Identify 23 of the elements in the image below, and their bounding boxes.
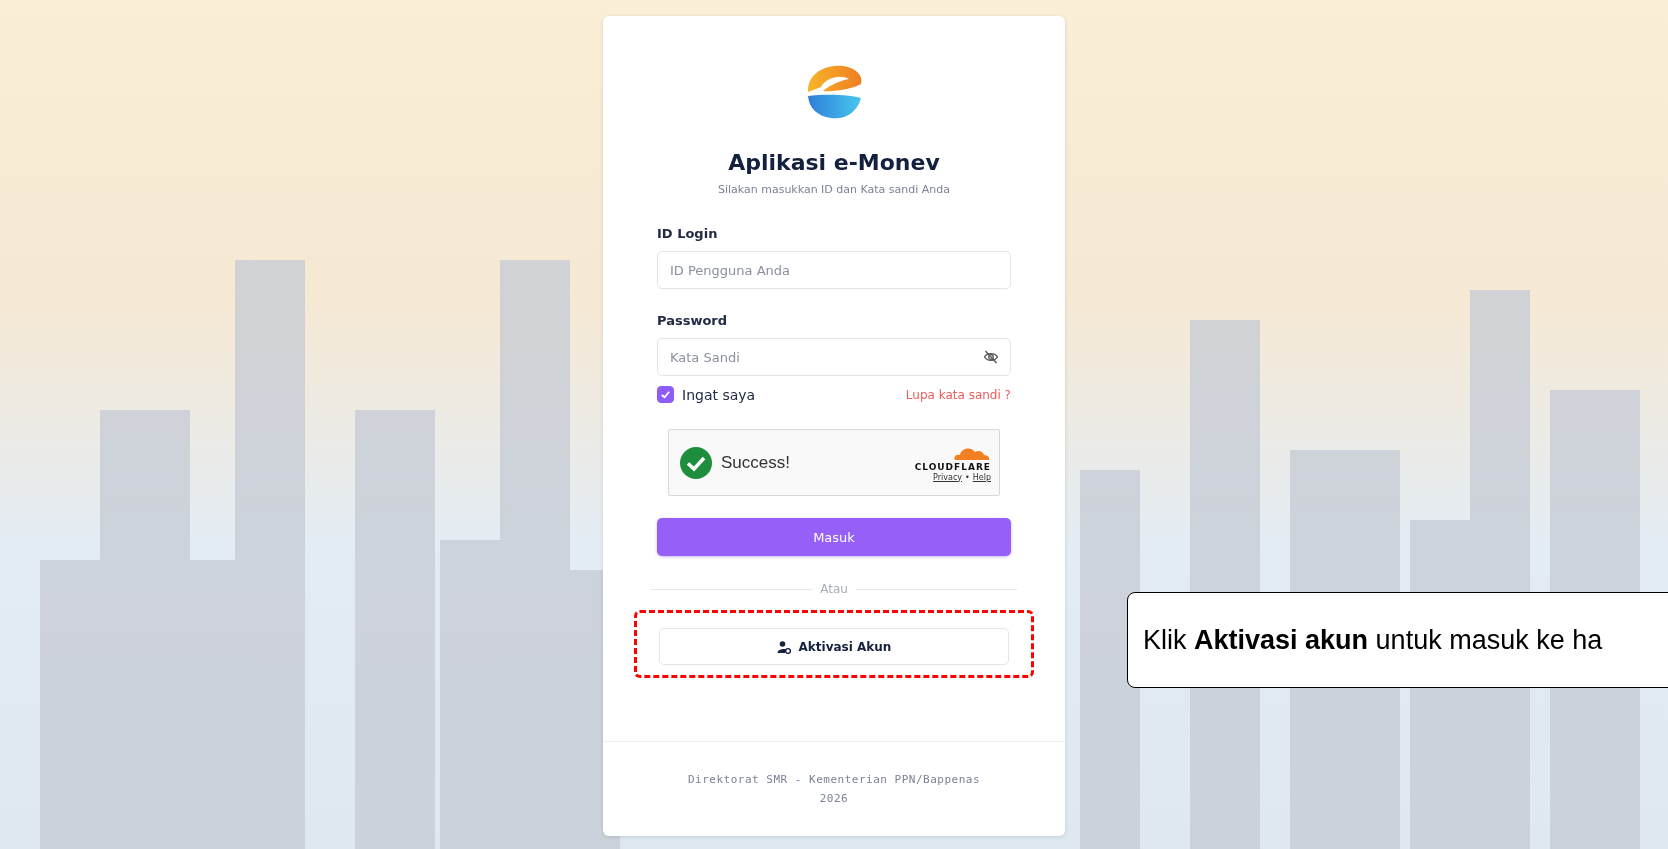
captcha-link[interactable]: Help bbox=[972, 472, 991, 482]
app-title: Aplikasi e-Monev bbox=[727, 150, 941, 175]
instruction-text: Klik Aktivasi akun untuk masuk ke ha bbox=[1143, 624, 1603, 656]
password-field[interactable]: Kata Sandi bbox=[657, 338, 1011, 376]
footer-text: Direktorat SMR - Kementerian PPN/Bappenas bbox=[688, 773, 980, 786]
remember-label: Ingat saya bbox=[682, 386, 756, 403]
success-check-icon bbox=[679, 445, 713, 480]
check-icon bbox=[660, 389, 671, 400]
captcha-status: Success! bbox=[721, 452, 790, 473]
link-separator: • bbox=[965, 472, 970, 482]
activation-button[interactable]: Aktivasi Akun bbox=[659, 628, 1009, 665]
remember-checkbox[interactable] bbox=[657, 386, 674, 403]
captcha-brand: CLOUDFLARE bbox=[914, 461, 991, 472]
user-gear-icon bbox=[776, 639, 791, 654]
footer-text: 2026 bbox=[819, 792, 849, 805]
field-label: Password bbox=[657, 313, 729, 328]
field-label: ID Login bbox=[657, 226, 719, 241]
app-subtitle: Silakan masukkan ID dan Kata sandi Anda bbox=[716, 183, 952, 196]
eye-slash-icon bbox=[983, 349, 999, 365]
captcha-link[interactable]: Privacy bbox=[933, 472, 963, 482]
divider-label: Atau bbox=[820, 582, 848, 596]
id-field[interactable]: ID Pengguna Anda bbox=[657, 251, 1011, 289]
login-button[interactable]: Masuk bbox=[657, 518, 1011, 556]
